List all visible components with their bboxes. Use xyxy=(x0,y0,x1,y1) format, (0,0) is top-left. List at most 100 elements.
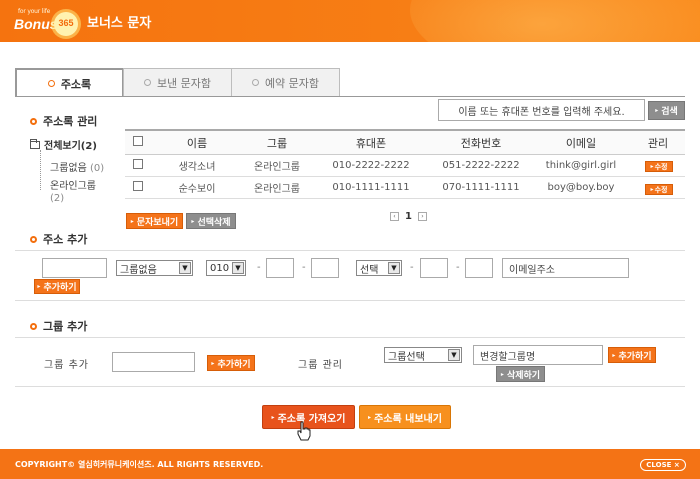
tab-address-book[interactable]: 주소록 xyxy=(15,68,124,97)
header-email: 이메일 xyxy=(565,136,597,150)
select-value: 그룹없음 xyxy=(120,264,157,276)
phone-prefix-select[interactable]: 선택 ▼ xyxy=(356,260,402,276)
button-label: 검색 xyxy=(661,107,678,117)
arrow-icon: ▸ xyxy=(612,351,616,359)
tree-item-count: (2) xyxy=(50,193,65,204)
table-header-row: 이름 그룹 휴대폰 전화번호 이메일 관리 xyxy=(125,129,685,155)
hand-cursor-icon xyxy=(297,421,311,441)
add-group-button[interactable]: ▸ 추가하기 xyxy=(207,355,255,371)
chevron-down-icon: ▼ xyxy=(388,262,400,274)
arrow-icon: ▸ xyxy=(650,186,654,193)
arrow-icon: ▸ xyxy=(368,413,372,421)
tab-reserved-messages[interactable]: 예약 문자함 xyxy=(231,68,340,96)
search-button[interactable]: ▸ 검색 xyxy=(648,101,685,120)
cell-group: 온라인그룹 xyxy=(254,184,300,195)
group-manage-select[interactable]: 그룹선택 ▼ xyxy=(384,347,462,363)
chevron-down-icon: ▼ xyxy=(179,262,191,274)
name-input[interactable] xyxy=(42,258,107,278)
prev-page-button[interactable]: ‹ xyxy=(390,212,399,221)
logo-word: Bonus xyxy=(14,16,58,32)
add-address-button[interactable]: ▸ 추가하기 xyxy=(34,279,80,294)
group-add-label: 그룹 추가 xyxy=(44,360,89,371)
current-page[interactable]: 1 xyxy=(405,211,412,222)
delete-group-button[interactable]: ▸ 삭제하기 xyxy=(496,366,545,382)
cell-phone: 051-2222-2222 xyxy=(442,160,520,171)
tab-label: 보낸 문자함 xyxy=(156,76,212,90)
tree-item-no-group[interactable]: 그룹없음 (0) xyxy=(50,159,104,174)
row-checkbox[interactable] xyxy=(133,159,143,169)
cell-name: 순수보이 xyxy=(178,184,216,195)
group-select[interactable]: 그룹없음 ▼ xyxy=(116,260,193,276)
tree-item-online-group[interactable]: 온라인그룹 xyxy=(50,177,96,192)
mobile-prefix-select[interactable]: 010 ▼ xyxy=(206,260,246,276)
row-select-cell xyxy=(125,159,151,172)
logo-badge: 365 xyxy=(58,18,74,28)
tab-sent-messages[interactable]: 보낸 문자함 xyxy=(123,68,232,96)
edit-button[interactable]: ▸ 수정 xyxy=(645,184,673,195)
chevron-down-icon: ▼ xyxy=(232,262,244,274)
dash-separator: - xyxy=(410,262,414,273)
section-divider xyxy=(15,386,685,387)
tree-item-label: 온라인그룹 xyxy=(50,181,96,192)
mobile-last-input[interactable] xyxy=(311,258,339,278)
circle-icon xyxy=(47,80,55,87)
tree-root-label: 전체보기(2) xyxy=(44,141,97,152)
button-label: 추가하기 xyxy=(217,359,251,370)
button-label: 선택삭제 xyxy=(197,217,231,228)
row-checkbox[interactable] xyxy=(133,181,143,191)
arrow-icon: ▸ xyxy=(655,107,659,114)
group-name-input[interactable] xyxy=(112,352,195,372)
rename-group-input[interactable]: 변경할그룹명 xyxy=(473,345,603,365)
phone-last-input[interactable] xyxy=(465,258,493,278)
circle-icon xyxy=(251,79,259,86)
cell-email: boy@boy.boy xyxy=(547,182,615,193)
select-value: 그룹선택 xyxy=(388,351,425,363)
circle-icon xyxy=(30,235,37,243)
phone-middle-input[interactable] xyxy=(420,258,448,278)
select-value: 010 xyxy=(210,262,230,274)
email-input[interactable]: 이메일주소 xyxy=(502,258,629,278)
cell-mobile: 010-2222-2222 xyxy=(332,160,410,171)
export-address-book-button[interactable]: ▸ 주소록 내보내기 xyxy=(359,405,451,429)
header-mobile: 휴대폰 xyxy=(355,136,387,150)
tab-label: 주소록 xyxy=(60,77,92,91)
app-header: for your life Bonus 365 보너스 문자 xyxy=(0,0,700,42)
arrow-icon: ▸ xyxy=(650,163,654,170)
button-label: 수정 xyxy=(654,162,668,171)
address-add-section-title: 주소 추가 xyxy=(30,231,87,247)
send-message-button[interactable]: ▸ 문자보내기 xyxy=(126,213,183,229)
header-decoration xyxy=(410,0,700,42)
copyright-text: COPYRIGHT© 열심히커뮤니케이션즈. ALL RIGHTS RESERV… xyxy=(15,460,264,469)
select-all-cell xyxy=(125,136,151,149)
cell-name: 생각소녀 xyxy=(178,162,216,173)
edit-button[interactable]: ▸ 수정 xyxy=(645,161,673,172)
mobile-middle-input[interactable] xyxy=(266,258,294,278)
arrow-icon: ▸ xyxy=(211,359,215,367)
cell-mobile: 010-1111-1111 xyxy=(332,182,410,193)
chevron-down-icon: ▼ xyxy=(448,349,460,361)
button-label: 주소록 내보내기 xyxy=(374,413,442,425)
circle-icon xyxy=(143,79,151,86)
delete-selected-button[interactable]: ▸ 선택삭제 xyxy=(186,213,236,229)
rename-group-button[interactable]: ▸ 추가하기 xyxy=(608,347,656,363)
section-divider xyxy=(15,337,685,338)
cell-phone: 070-1111-1111 xyxy=(442,182,520,193)
tree-connector xyxy=(40,150,41,190)
folder-icon xyxy=(30,138,40,149)
cell-group: 온라인그룹 xyxy=(254,162,300,173)
arrow-icon: ▸ xyxy=(500,370,504,378)
app-footer: COPYRIGHT© 열심히커뮤니케이션즈. ALL RIGHTS RESERV… xyxy=(0,449,700,479)
search-input[interactable]: 이름 또는 휴대폰 번호를 입력해 주세요. xyxy=(438,99,645,121)
button-label: 추가하기 xyxy=(43,283,77,293)
table-row: 생각소녀 온라인그룹 010-2222-2222 051-2222-2222 t… xyxy=(125,155,685,177)
tree-item-count: (0) xyxy=(90,163,105,174)
sun-icon: 365 xyxy=(54,12,78,36)
close-button[interactable]: CLOSE × xyxy=(640,459,686,471)
select-all-checkbox[interactable] xyxy=(133,136,143,146)
tab-bar: 주소록 보낸 문자함 예약 문자함 xyxy=(15,68,685,97)
next-page-button[interactable]: › xyxy=(417,212,427,221)
button-label: 주소록 가져오기 xyxy=(277,413,346,425)
bonus365-logo: for your life Bonus 365 xyxy=(14,8,78,36)
header-manage: 관리 xyxy=(647,136,669,150)
tree-item-label: 그룹없음 xyxy=(50,163,87,174)
